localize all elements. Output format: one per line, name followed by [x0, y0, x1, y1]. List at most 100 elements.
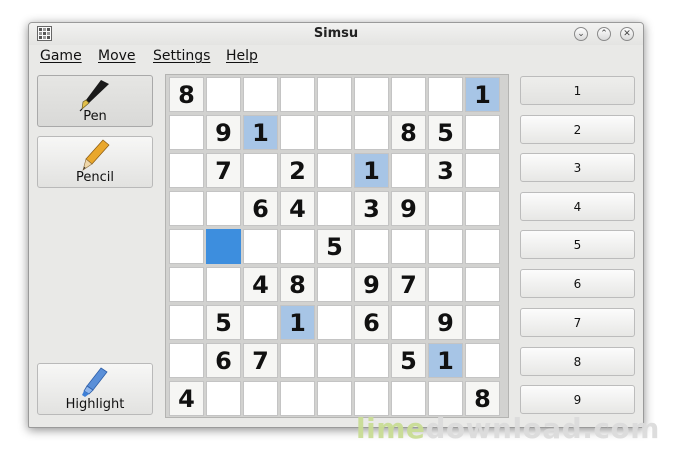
board-cell[interactable]: 2 [280, 153, 315, 188]
board-cell[interactable] [428, 77, 463, 112]
menu-help[interactable]: Help [226, 48, 258, 64]
board-cell[interactable] [317, 191, 352, 226]
board-cell[interactable]: 1 [280, 305, 315, 340]
board-cell[interactable]: 8 [280, 267, 315, 302]
board-cell[interactable] [206, 229, 241, 264]
number-button-4[interactable]: 4 [520, 192, 635, 221]
number-button-3[interactable]: 3 [520, 153, 635, 182]
board-cell[interactable]: 7 [206, 153, 241, 188]
title-bar[interactable]: Simsu ⌄ ⌃ ✕ [29, 23, 643, 45]
board-cell[interactable] [317, 77, 352, 112]
board-cell[interactable]: 4 [169, 381, 204, 416]
board-cell[interactable] [465, 229, 500, 264]
pen-tool-button[interactable]: Pen [37, 75, 153, 127]
board-cell[interactable] [428, 267, 463, 302]
board-cell[interactable] [465, 115, 500, 150]
board-cell[interactable]: 5 [391, 343, 426, 378]
board-cell[interactable]: 1 [428, 343, 463, 378]
board-cell[interactable] [206, 267, 241, 302]
menu-game[interactable]: Game [40, 48, 82, 64]
number-button-6[interactable]: 6 [520, 269, 635, 298]
menu-move[interactable]: Move [98, 48, 136, 64]
board-cell[interactable]: 6 [206, 343, 241, 378]
board-cell[interactable] [428, 191, 463, 226]
board-cell[interactable] [169, 115, 204, 150]
board-cell[interactable]: 6 [354, 305, 389, 340]
board-cell[interactable] [280, 229, 315, 264]
board-cell[interactable] [169, 267, 204, 302]
board-cell[interactable] [391, 229, 426, 264]
board-cell[interactable] [169, 153, 204, 188]
board-cell[interactable]: 1 [243, 115, 278, 150]
board-cell[interactable] [243, 381, 278, 416]
board-cell[interactable]: 5 [428, 115, 463, 150]
board-cell[interactable]: 9 [354, 267, 389, 302]
board-cell[interactable] [354, 381, 389, 416]
board-cell[interactable] [280, 343, 315, 378]
board-cell[interactable] [317, 115, 352, 150]
board-cell[interactable] [280, 381, 315, 416]
board-cell[interactable] [391, 381, 426, 416]
board-cell[interactable] [206, 77, 241, 112]
board-cell[interactable]: 3 [428, 153, 463, 188]
number-button-9[interactable]: 9 [520, 385, 635, 414]
board-cell[interactable] [354, 77, 389, 112]
board-cell[interactable] [465, 343, 500, 378]
board-cell[interactable]: 4 [280, 191, 315, 226]
board-cell[interactable] [391, 305, 426, 340]
number-button-1[interactable]: 1 [520, 76, 635, 105]
board-cell[interactable]: 3 [354, 191, 389, 226]
board-cell[interactable] [169, 305, 204, 340]
board-cell[interactable] [465, 267, 500, 302]
board-cell[interactable] [428, 229, 463, 264]
board-cell[interactable] [354, 343, 389, 378]
board-cell[interactable]: 5 [317, 229, 352, 264]
board-cell[interactable] [428, 381, 463, 416]
board-cell[interactable] [354, 115, 389, 150]
board-cell[interactable] [243, 229, 278, 264]
board-cell[interactable]: 7 [243, 343, 278, 378]
board-cell[interactable] [243, 305, 278, 340]
highlight-tool-button[interactable]: Highlight [37, 363, 153, 415]
board-cell[interactable] [317, 343, 352, 378]
board-cell[interactable]: 5 [206, 305, 241, 340]
board-cell[interactable] [354, 229, 389, 264]
board-cell[interactable]: 8 [465, 381, 500, 416]
board-cell[interactable]: 1 [354, 153, 389, 188]
board-cell[interactable] [280, 115, 315, 150]
board-cell[interactable] [465, 305, 500, 340]
board-cell[interactable]: 9 [428, 305, 463, 340]
minimize-button[interactable]: ⌄ [574, 27, 588, 41]
board-cell[interactable] [206, 381, 241, 416]
pencil-tool-button[interactable]: Pencil [37, 136, 153, 188]
board-cell[interactable] [243, 77, 278, 112]
number-button-2[interactable]: 2 [520, 115, 635, 144]
board-cell[interactable] [465, 153, 500, 188]
board-cell[interactable] [391, 77, 426, 112]
board-cell[interactable] [317, 305, 352, 340]
board-cell[interactable] [465, 191, 500, 226]
board-cell[interactable]: 7 [391, 267, 426, 302]
board-cell[interactable] [169, 343, 204, 378]
board-cell[interactable]: 8 [169, 77, 204, 112]
board-cell[interactable] [169, 191, 204, 226]
board-cell[interactable] [391, 153, 426, 188]
board-cell[interactable] [243, 153, 278, 188]
board-cell[interactable]: 9 [206, 115, 241, 150]
board-cell[interactable] [317, 267, 352, 302]
menu-settings[interactable]: Settings [153, 48, 210, 64]
board-cell[interactable] [169, 229, 204, 264]
close-button[interactable]: ✕ [620, 27, 634, 41]
number-button-7[interactable]: 7 [520, 308, 635, 337]
board-cell[interactable]: 8 [391, 115, 426, 150]
board-cell[interactable]: 1 [465, 77, 500, 112]
board-cell[interactable] [280, 77, 315, 112]
number-button-5[interactable]: 5 [520, 230, 635, 259]
board-cell[interactable]: 6 [243, 191, 278, 226]
board-cell[interactable] [206, 191, 241, 226]
number-button-8[interactable]: 8 [520, 347, 635, 376]
board-cell[interactable] [317, 381, 352, 416]
maximize-button[interactable]: ⌃ [597, 27, 611, 41]
board-cell[interactable]: 9 [391, 191, 426, 226]
board-cell[interactable]: 4 [243, 267, 278, 302]
